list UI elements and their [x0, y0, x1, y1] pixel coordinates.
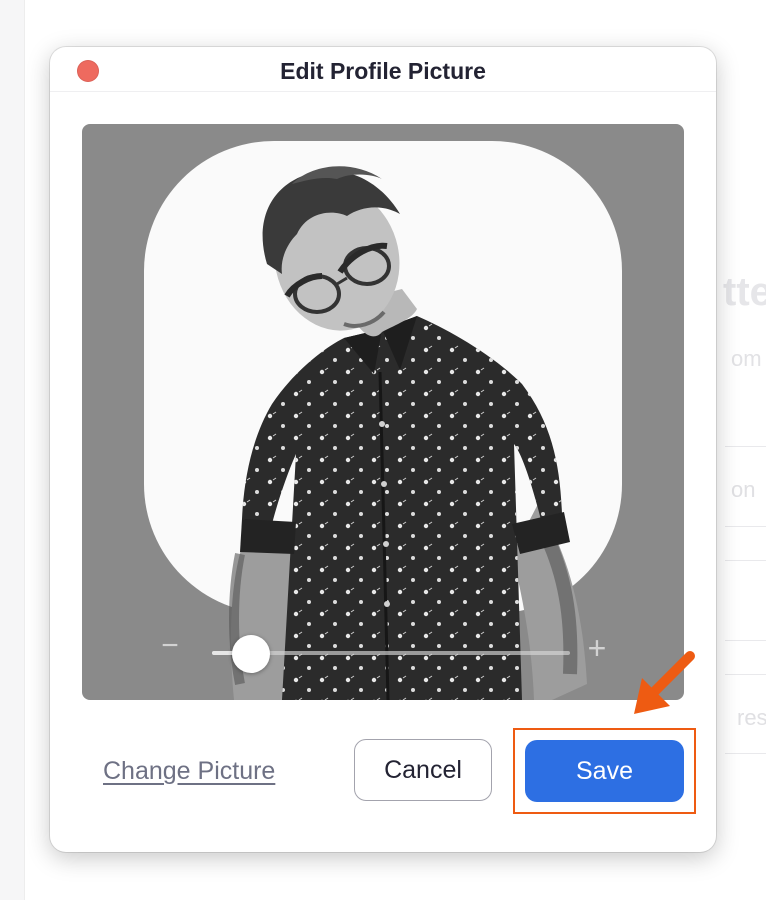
background-row: [725, 640, 766, 674]
background-row: [725, 526, 766, 560]
background-row: [725, 560, 766, 640]
save-button[interactable]: Save: [525, 740, 684, 802]
zoom-in-button[interactable]: +: [584, 632, 610, 664]
cancel-button[interactable]: Cancel: [354, 739, 492, 801]
background-row-label: res: [737, 705, 766, 730]
background-row-label: on: [731, 477, 756, 502]
background-row: res: [725, 674, 766, 754]
background-row: on: [725, 446, 766, 526]
image-crop-editor[interactable]: − +: [82, 124, 684, 700]
background-subtitle: om: [731, 346, 762, 371]
profile-photo[interactable]: [82, 124, 684, 700]
change-picture-link[interactable]: Change Picture: [103, 757, 275, 786]
dialog-title: Edit Profile Picture: [280, 58, 486, 84]
edit-profile-picture-dialog: Edit Profile Picture − + Change Picture …: [50, 47, 716, 852]
zoom-out-button[interactable]: −: [159, 631, 181, 661]
background-title: tte: [723, 270, 766, 314]
dialog-titlebar: Edit Profile Picture: [50, 47, 716, 92]
